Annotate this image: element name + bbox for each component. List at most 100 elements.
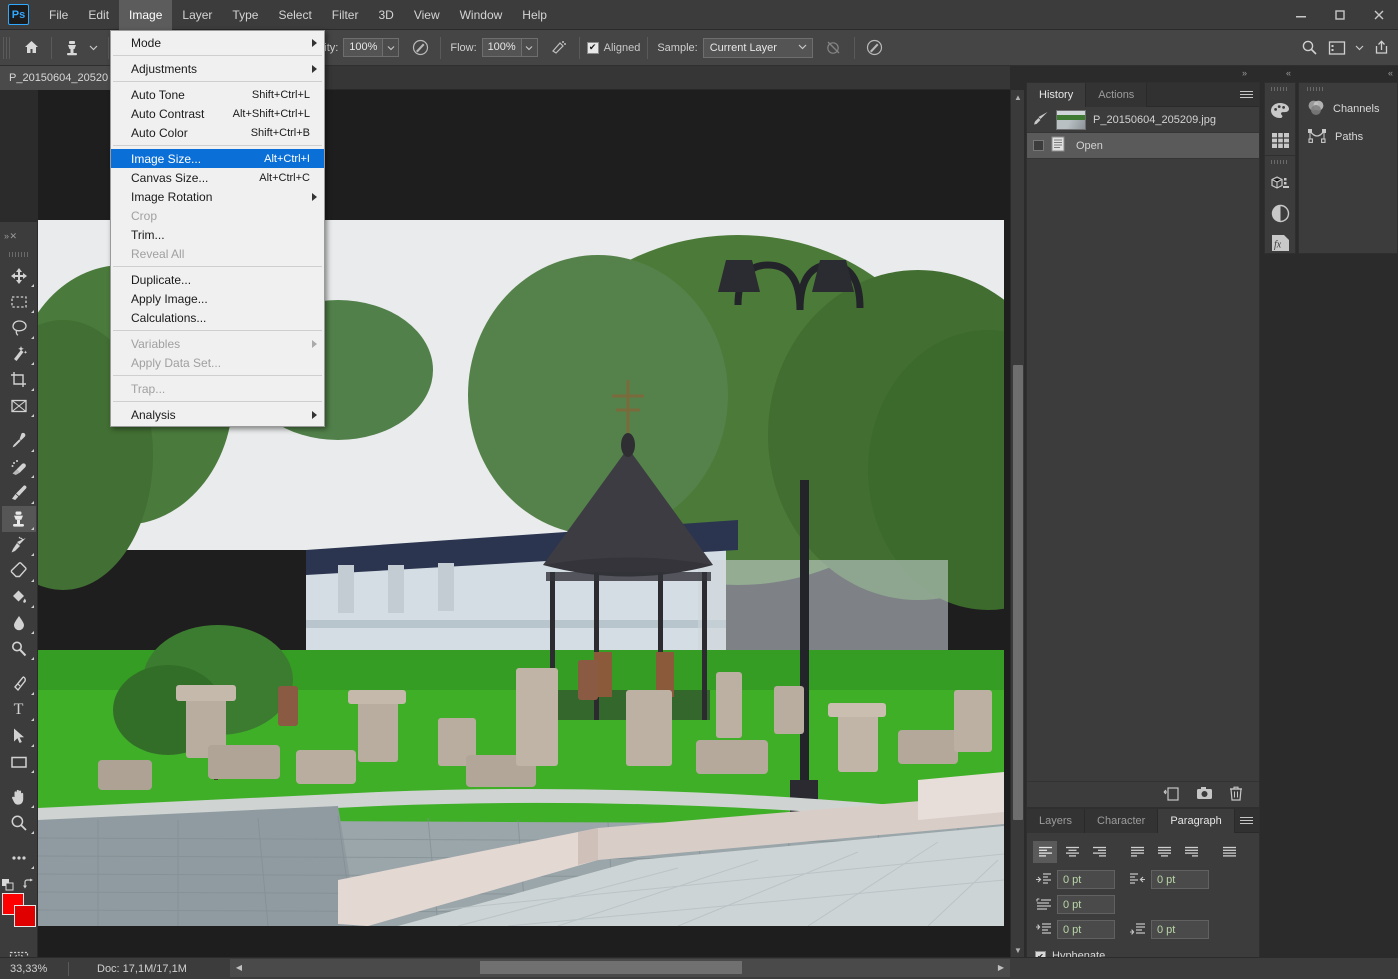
canvas-vertical-scrollbar[interactable]: ▲ ▼ (1010, 90, 1024, 957)
menu-item-auto-color[interactable]: Auto Color Shift+Ctrl+B (111, 123, 324, 142)
canvas-horizontal-scrollbar[interactable]: ◀ ▶ (230, 959, 1010, 977)
menu-item-image-rotation[interactable]: Image Rotation (111, 187, 324, 206)
menu-item-calculations[interactable]: Calculations... (111, 308, 324, 327)
workspace-chevron-down-icon[interactable] (1352, 35, 1366, 61)
menu-item-mode[interactable]: Mode (111, 33, 324, 52)
tool-eyedropper-tool[interactable] (2, 428, 36, 454)
camera-icon[interactable] (1196, 786, 1213, 803)
grid-icon[interactable] (1265, 125, 1295, 155)
tool-dodge-icon[interactable] (2, 636, 36, 662)
zoom-level-field[interactable]: 33,33% (0, 963, 62, 975)
tool-eraser-tool[interactable] (2, 558, 36, 584)
document-info[interactable]: Doc: 17,1M/17,1M (97, 963, 187, 975)
menu-item-trim[interactable]: Trim... (111, 225, 324, 244)
scroll-left-button[interactable]: ◀ (232, 961, 246, 974)
menu-item-auto-tone[interactable]: Auto Tone Shift+Ctrl+L (111, 85, 324, 104)
new-doc-icon[interactable] (1163, 786, 1180, 804)
collapse-named-rail-icon[interactable]: « (1388, 68, 1393, 78)
menu-item-apply-image[interactable]: Apply Image... (111, 289, 324, 308)
cube-icon[interactable] (1265, 168, 1295, 198)
menu-item-adjustments[interactable]: Adjustments (111, 59, 324, 78)
rail-grip[interactable] (1271, 87, 1289, 91)
flow-chevron-down-icon[interactable] (521, 38, 538, 57)
opacity-input[interactable]: 100% (343, 38, 384, 57)
scroll-up-button[interactable]: ▲ (1011, 90, 1025, 104)
tab-layers[interactable]: Layers (1027, 809, 1086, 833)
tool-paint-bucket-icon[interactable] (2, 584, 36, 610)
scroll-right-button[interactable]: ▶ (994, 961, 1008, 974)
home-icon[interactable] (18, 35, 44, 61)
document-tab[interactable]: P_20150604_20520 (0, 66, 119, 90)
rail-grip[interactable] (1271, 160, 1289, 164)
panel-item-channels[interactable]: Channels (1299, 95, 1397, 123)
tab-actions[interactable]: Actions (1086, 83, 1148, 107)
tool-move-tool[interactable] (2, 263, 36, 289)
close-icon[interactable] (1359, 0, 1398, 30)
align-center-button[interactable] (1060, 841, 1084, 863)
justify-last-right-button[interactable] (1179, 841, 1203, 863)
tool-rectangular-marquee-tool[interactable] (2, 289, 36, 315)
tool-spot-healing-brush-tool[interactable] (2, 454, 36, 480)
panel-item-paths[interactable]: Paths (1299, 123, 1397, 151)
indent-right-margin-input[interactable]: 0 pt (1151, 870, 1209, 889)
history-brush-source-icon[interactable] (1033, 111, 1049, 128)
menu-type[interactable]: Type (222, 0, 268, 30)
airbrush-icon[interactable] (546, 35, 572, 61)
justify-last-center-button[interactable] (1152, 841, 1176, 863)
flow-input[interactable]: 100% (481, 38, 522, 57)
justify-last-left-button[interactable] (1125, 841, 1149, 863)
options-bar-grip[interactable] (3, 36, 12, 59)
palette-icon[interactable] (1265, 95, 1295, 125)
double-chevron-icon[interactable]: » ✕ (0, 231, 17, 242)
sample-select[interactable]: Current Layer (702, 37, 813, 58)
workspace-icon[interactable] (1324, 35, 1350, 61)
collapse-icon-rail-icon[interactable]: « (1286, 68, 1291, 78)
tools-panel-grip[interactable] (8, 252, 29, 257)
tab-character[interactable]: Character (1085, 809, 1159, 833)
menu-item-image-size[interactable]: Image Size... Alt+Ctrl+I (111, 149, 324, 168)
menu-view[interactable]: View (404, 0, 450, 30)
indent-left-margin-input[interactable]: 0 pt (1057, 870, 1115, 889)
menu-window[interactable]: Window (450, 0, 513, 30)
expand-history-panel-icon[interactable]: » (1242, 68, 1247, 78)
scroll-down-button[interactable]: ▼ (1011, 943, 1025, 957)
rail-grip[interactable] (1307, 87, 1325, 91)
tool-crop-tool[interactable] (2, 367, 36, 393)
pressure-opacity-icon[interactable] (407, 35, 433, 61)
default-colors-icon[interactable] (1, 879, 13, 891)
tool-zoom-tool[interactable] (2, 810, 36, 836)
tool-path-selection-tool[interactable] (2, 723, 36, 749)
minimize-icon[interactable] (1281, 0, 1320, 30)
tool-type-tool[interactable]: T (2, 697, 36, 723)
half-circle-icon[interactable] (1265, 198, 1295, 228)
search-icon[interactable] (1296, 35, 1322, 61)
aligned-checkbox[interactable]: ✔ Aligned (586, 41, 640, 54)
tab-paragraph[interactable]: Paragraph (1158, 809, 1235, 833)
space-before-paragraph-input[interactable]: 0 pt (1057, 920, 1115, 939)
menu-select[interactable]: Select (268, 0, 321, 30)
panel-menu-icon[interactable] (1240, 89, 1253, 100)
menu-3d[interactable]: 3D (368, 0, 403, 30)
tool-pen-tool[interactable] (2, 671, 36, 697)
tab-history[interactable]: History (1027, 83, 1087, 107)
share-icon[interactable] (1368, 35, 1394, 61)
tool-blur-drop-icon[interactable] (2, 610, 36, 636)
pressure-size-icon[interactable] (862, 35, 888, 61)
tool-history-brush-tool[interactable] (2, 532, 36, 558)
tool-rectangle-tool[interactable] (2, 749, 36, 775)
clone-stamp-icon[interactable] (59, 35, 85, 61)
vertical-scroll-thumb[interactable] (1013, 365, 1023, 820)
tool-frame-tool[interactable] (2, 393, 36, 419)
tool-preset-chevron-down-icon[interactable] (85, 35, 101, 61)
tool-lasso-tool[interactable] (2, 315, 36, 341)
menu-file[interactable]: File (39, 0, 78, 30)
menu-image[interactable]: Image (119, 0, 173, 30)
menu-item-duplicate[interactable]: Duplicate... (111, 270, 324, 289)
background-color-swatch[interactable] (13, 905, 36, 927)
panel-menu-icon[interactable] (1240, 815, 1253, 826)
image-menu-dropdown[interactable]: Mode Adjustments Auto Tone Shift+Ctrl+L … (110, 30, 325, 427)
tool-clone-stamp-tool[interactable] (1, 506, 36, 532)
history-snapshot-row[interactable]: P_20150604_205209.jpg (1027, 107, 1259, 133)
menu-layer[interactable]: Layer (172, 0, 222, 30)
space-after-paragraph-input[interactable]: 0 pt (1151, 920, 1209, 939)
